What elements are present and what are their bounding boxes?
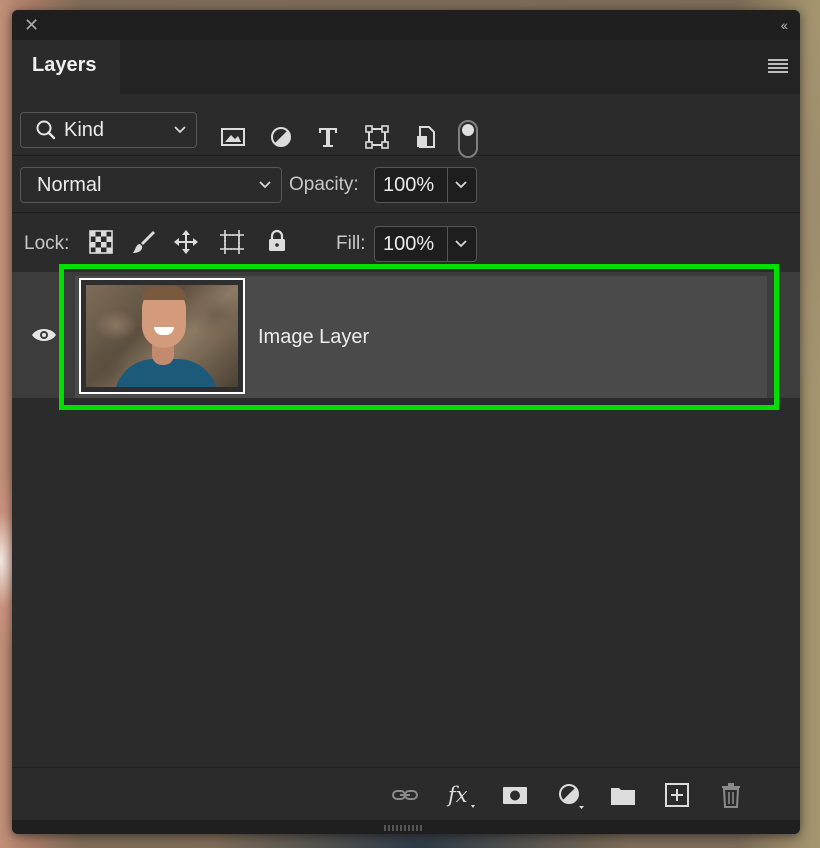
chevron-down-icon bbox=[174, 126, 186, 134]
blend-mode-value: Normal bbox=[37, 174, 102, 196]
filter-row: Kind bbox=[12, 94, 800, 158]
panel-footer: fx bbox=[12, 767, 800, 819]
lock-all-icon[interactable] bbox=[264, 228, 290, 254]
lock-artboard-icon[interactable] bbox=[219, 229, 245, 255]
lock-position-icon[interactable] bbox=[173, 229, 199, 255]
search-icon bbox=[36, 120, 56, 140]
close-icon[interactable]: ✕ bbox=[24, 15, 39, 35]
panel-titlebar: ✕ ‹‹ bbox=[12, 10, 800, 40]
grip-handle[interactable] bbox=[384, 825, 424, 831]
blend-row: Normal Opacity: 100% bbox=[12, 157, 800, 213]
fill-label: Fill: bbox=[336, 233, 366, 254]
adjustment-layer-icon[interactable] bbox=[555, 780, 585, 810]
layer-mask-icon[interactable] bbox=[500, 780, 530, 810]
blend-mode-dropdown[interactable]: Normal bbox=[20, 167, 282, 203]
eye-icon[interactable] bbox=[31, 327, 57, 343]
chevron-down-icon bbox=[259, 181, 271, 189]
tab-layers[interactable]: Layers bbox=[12, 40, 120, 94]
opacity-field[interactable]: 100% bbox=[374, 167, 477, 203]
field-divider bbox=[447, 168, 448, 202]
panel-resize-grip[interactable] bbox=[12, 820, 800, 834]
lock-label: Lock: bbox=[24, 233, 70, 254]
layers-panel: ✕ ‹‹ Layers Kind Normal Opacity: 100% Lo… bbox=[12, 10, 800, 834]
fill-field[interactable]: 100% bbox=[374, 226, 477, 262]
layers-list: Image Layer bbox=[12, 264, 800, 767]
type-filter-icon[interactable] bbox=[315, 124, 341, 150]
fill-value[interactable]: 100% bbox=[383, 233, 434, 256]
svg-text:fx: fx bbox=[446, 783, 468, 807]
adjustment-filter-icon[interactable] bbox=[268, 124, 294, 150]
smart-object-filter-icon[interactable] bbox=[413, 124, 439, 150]
field-divider bbox=[447, 227, 448, 261]
lock-image-pixels-icon[interactable] bbox=[131, 229, 157, 255]
opacity-label: Opacity: bbox=[289, 174, 359, 195]
group-folder-icon[interactable] bbox=[608, 780, 638, 810]
fx-icon[interactable]: fx bbox=[446, 780, 476, 810]
chevron-down-icon[interactable] bbox=[453, 176, 469, 192]
panel-menu-icon[interactable] bbox=[768, 59, 788, 73]
panel-tabbar: Layers bbox=[12, 40, 800, 94]
new-layer-icon[interactable] bbox=[662, 780, 692, 810]
delete-layer-icon[interactable] bbox=[716, 780, 746, 810]
filter-kind-dropdown[interactable]: Kind bbox=[20, 112, 197, 148]
image-filter-icon[interactable] bbox=[220, 124, 246, 150]
filter-toggle[interactable] bbox=[458, 120, 478, 158]
lock-transparent-pixels-icon[interactable] bbox=[88, 229, 114, 255]
shape-filter-icon[interactable] bbox=[364, 124, 390, 150]
opacity-value[interactable]: 100% bbox=[383, 174, 434, 197]
collapse-icon[interactable]: ‹‹ bbox=[781, 15, 788, 35]
link-layers-icon[interactable] bbox=[390, 780, 420, 810]
selection-highlight-box bbox=[59, 264, 779, 410]
chevron-down-icon[interactable] bbox=[453, 235, 469, 251]
filter-kind-label: Kind bbox=[64, 119, 105, 141]
toggle-knob bbox=[462, 124, 474, 136]
